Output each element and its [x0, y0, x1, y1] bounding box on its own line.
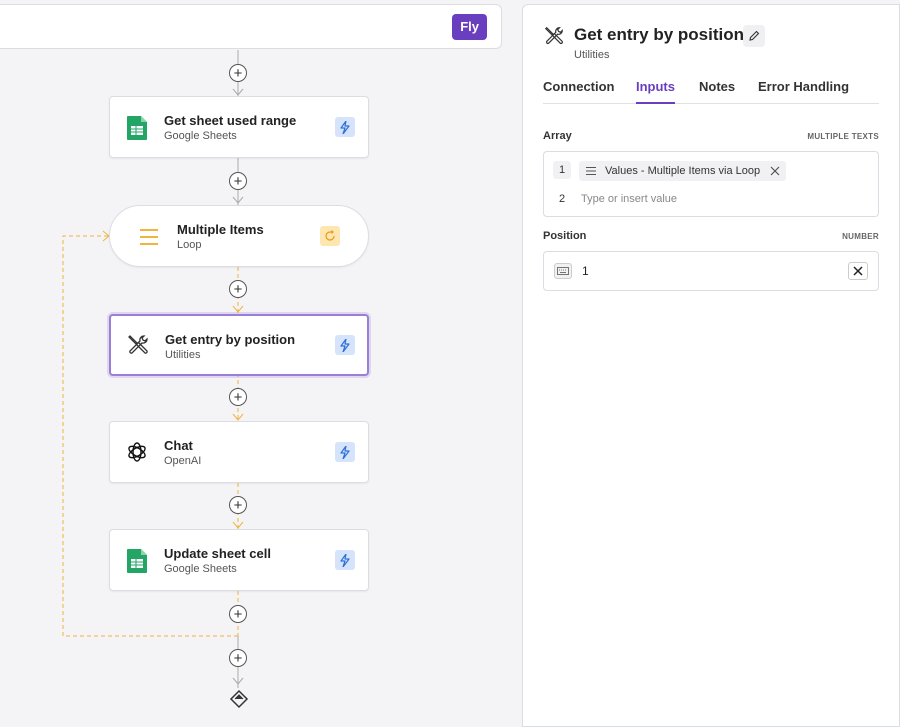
list-icon	[586, 167, 596, 175]
edit-title-button[interactable]	[743, 25, 765, 47]
array-field-label: Array	[543, 130, 572, 142]
flow-node-sheet-used-range[interactable]: Get sheet used range Google Sheets	[109, 96, 369, 158]
add-step-button[interactable]: +	[229, 280, 247, 298]
close-icon[interactable]	[770, 166, 780, 176]
panel-title: Get entry by position	[574, 25, 745, 44]
add-step-button[interactable]: +	[229, 388, 247, 406]
variable-chip[interactable]: Values - Multiple Items via Loop	[579, 161, 787, 181]
node-title: Get sheet used range	[164, 113, 297, 128]
close-icon	[853, 266, 863, 276]
google-sheets-icon	[127, 116, 147, 140]
flow-node-update-cell[interactable]: Update sheet cell Google Sheets	[109, 529, 369, 591]
node-subtitle: Loop	[177, 239, 202, 251]
tab-connection[interactable]: Connection	[543, 79, 615, 104]
add-step-button[interactable]: +	[229, 64, 247, 82]
fly-button[interactable]: Fly	[452, 14, 487, 40]
tools-icon	[128, 335, 148, 354]
panel-tabs: Connection Inputs Notes Error Handling	[543, 79, 879, 104]
bolt-icon	[335, 335, 355, 355]
bolt-icon	[335, 550, 355, 570]
step-settings-panel: Get entry by position Utilities Connecti…	[522, 4, 900, 727]
keyboard-icon	[554, 263, 572, 279]
array-field-type: MULTIPLE TEXTS	[807, 132, 879, 141]
flow-canvas: Fly + + + + + + + Get sheet used range G…	[0, 0, 522, 727]
openai-icon	[128, 442, 146, 462]
pencil-icon	[749, 30, 760, 41]
node-title: Chat	[164, 438, 193, 453]
flow-node-get-entry[interactable]: Get entry by position Utilities	[109, 314, 369, 376]
panel-subtitle: Utilities	[574, 49, 610, 61]
node-subtitle: Google Sheets	[164, 563, 237, 575]
tools-icon	[544, 26, 563, 45]
loop-icon	[320, 226, 340, 246]
node-subtitle: OpenAI	[164, 455, 202, 467]
bolt-icon	[335, 442, 355, 462]
bolt-icon	[335, 117, 355, 137]
flow-node-chat[interactable]: Chat OpenAI	[109, 421, 369, 483]
flow-end-icon	[229, 689, 249, 709]
node-subtitle: Utilities	[165, 349, 201, 361]
row-number: 1	[553, 161, 571, 179]
list-icon	[140, 229, 158, 245]
tab-error-handling[interactable]: Error Handling	[758, 79, 849, 104]
node-title: Get entry by position	[165, 332, 296, 347]
row-number: 2	[558, 193, 566, 205]
trigger-node-bar[interactable]: Fly	[0, 4, 502, 49]
array-row-placeholder[interactable]: Type or insert value	[581, 193, 677, 205]
array-input[interactable]: 1 Values - Multiple Items via Loop 2 Typ…	[543, 151, 879, 217]
tab-notes[interactable]: Notes	[699, 79, 735, 104]
position-field-label: Position	[543, 230, 587, 242]
add-step-button[interactable]: +	[229, 496, 247, 514]
chip-label: Values - Multiple Items via Loop	[605, 165, 761, 177]
add-step-button[interactable]: +	[229, 605, 247, 623]
add-step-button[interactable]: +	[229, 172, 247, 190]
clear-value-button[interactable]	[848, 262, 868, 280]
node-title: Update sheet cell	[164, 546, 271, 561]
position-value: 1	[582, 264, 589, 278]
position-input[interactable]: 1	[543, 251, 879, 291]
add-step-button[interactable]: +	[229, 649, 247, 667]
position-field-type: NUMBER	[842, 232, 879, 241]
flow-node-multiple-items[interactable]: Multiple Items Loop	[109, 205, 369, 267]
node-subtitle: Google Sheets	[164, 130, 237, 142]
tab-inputs[interactable]: Inputs	[636, 79, 675, 104]
node-title: Multiple Items	[177, 222, 264, 237]
google-sheets-icon	[127, 549, 147, 573]
